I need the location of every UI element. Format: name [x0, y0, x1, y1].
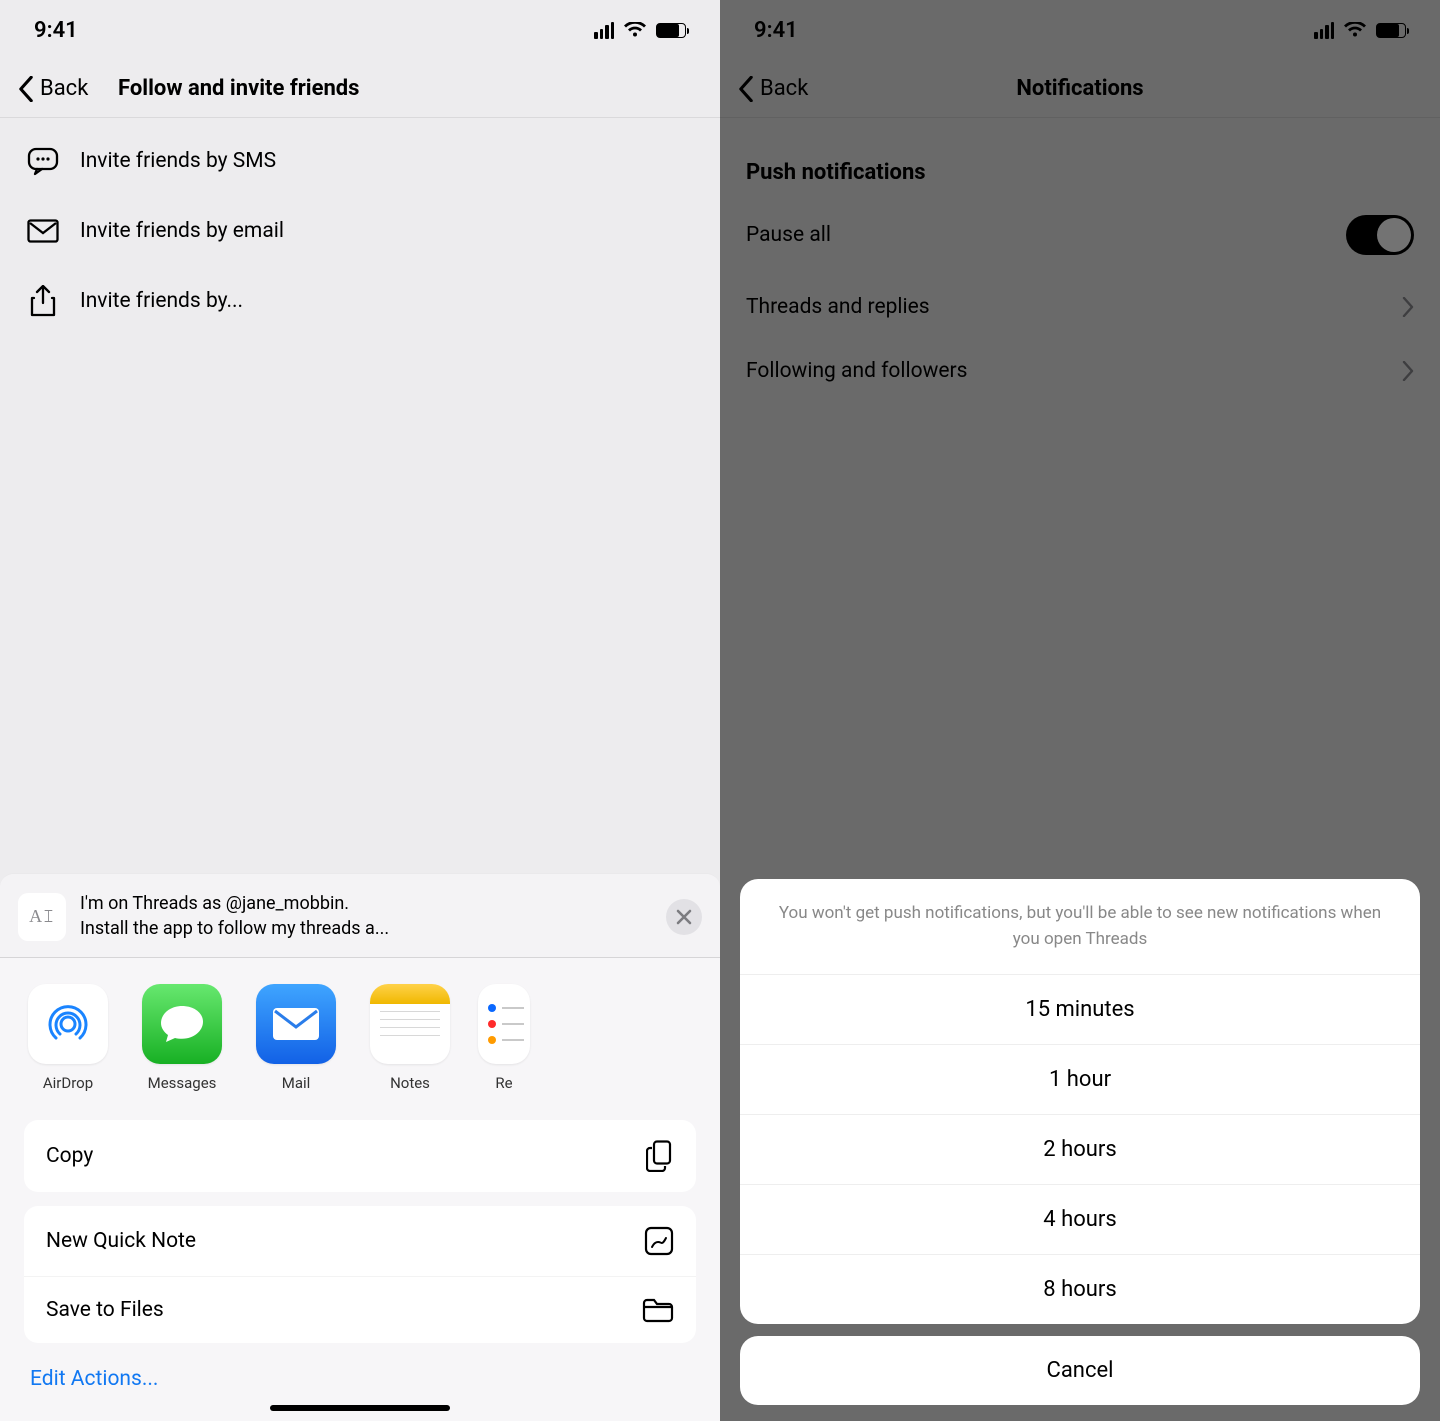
action-copy-label: Copy: [46, 1144, 93, 1168]
mail-app-icon: [256, 984, 336, 1064]
share-action-more-group: New Quick Note Save to Files: [24, 1206, 696, 1343]
sheet-options-card: You won't get push notifications, but yo…: [740, 879, 1420, 1324]
app-messages-label: Messages: [148, 1074, 217, 1092]
option-8h[interactable]: 8 hours: [740, 1255, 1420, 1324]
share-sheet: A𝙸 I'm on Threads as @jane_mobbin. Insta…: [0, 873, 720, 1421]
close-button[interactable]: [666, 899, 702, 935]
close-icon: [676, 909, 692, 925]
app-notes[interactable]: Notes: [366, 984, 454, 1092]
app-airdrop-label: AirDrop: [43, 1074, 93, 1092]
invite-share-row[interactable]: Invite friends by...: [0, 266, 720, 336]
share-header: A𝙸 I'm on Threads as @jane_mobbin. Insta…: [0, 874, 720, 958]
app-notes-label: Notes: [390, 1074, 430, 1092]
app-mail[interactable]: Mail: [252, 984, 340, 1092]
cancel-button[interactable]: Cancel: [740, 1336, 1420, 1405]
messages-icon: [142, 984, 222, 1064]
mail-icon: [26, 214, 60, 248]
back-chevron-icon[interactable]: [18, 76, 34, 102]
invite-sms-row[interactable]: Invite friends by SMS: [0, 126, 720, 196]
app-mail-label: Mail: [282, 1074, 311, 1092]
wifi-icon: [624, 22, 646, 38]
option-4h[interactable]: 4 hours: [740, 1185, 1420, 1255]
share-line-1: I'm on Threads as @jane_mobbin.: [80, 892, 652, 916]
share-apps-row[interactable]: AirDrop Messages Mail: [0, 958, 720, 1112]
invite-share-label: Invite friends by...: [80, 289, 243, 313]
action-copy[interactable]: Copy: [24, 1120, 696, 1192]
action-save-files[interactable]: Save to Files: [24, 1276, 696, 1343]
share-icon: [26, 284, 60, 318]
sheet-message: You won't get push notifications, but yo…: [740, 879, 1420, 975]
status-icons: [594, 22, 686, 39]
invite-list: Invite friends by SMS Invite friends by …: [0, 118, 720, 344]
back-button[interactable]: Back: [40, 76, 88, 101]
action-quick-note-label: New Quick Note: [46, 1229, 196, 1253]
notifications-screen: 9:41 Back Notifications Push notificatio…: [720, 0, 1440, 1421]
battery-icon: [656, 23, 686, 38]
text-document-icon: A𝙸: [18, 893, 66, 941]
option-2h[interactable]: 2 hours: [740, 1115, 1420, 1185]
option-1h[interactable]: 1 hour: [740, 1045, 1420, 1115]
app-reminders-label: Re: [495, 1074, 512, 1092]
status-bar: 9:41: [0, 0, 720, 60]
quick-note-icon: [644, 1226, 674, 1256]
home-indicator[interactable]: [270, 1405, 450, 1411]
copy-icon: [646, 1140, 674, 1172]
app-airdrop[interactable]: AirDrop: [24, 984, 112, 1092]
folder-icon: [642, 1297, 674, 1323]
page-title: Follow and invite friends: [118, 76, 359, 101]
invite-screen: 9:41 Back Follow and invite friends Invi…: [0, 0, 720, 1421]
invite-email-row[interactable]: Invite friends by email: [0, 196, 720, 266]
app-messages[interactable]: Messages: [138, 984, 226, 1092]
action-quick-note[interactable]: New Quick Note: [24, 1206, 696, 1276]
share-line-2: Install the app to follow my threads a..…: [80, 917, 652, 941]
share-preview-text: I'm on Threads as @jane_mobbin. Install …: [80, 892, 652, 941]
nav-header: Back Follow and invite friends: [0, 60, 720, 118]
airdrop-icon: [28, 984, 108, 1064]
app-reminders-partial[interactable]: Re: [480, 984, 528, 1092]
notes-icon: [370, 984, 450, 1064]
option-15m[interactable]: 15 minutes: [740, 975, 1420, 1045]
invite-email-label: Invite friends by email: [80, 219, 284, 243]
sms-icon: [26, 144, 60, 178]
action-save-files-label: Save to Files: [46, 1298, 164, 1322]
reminders-icon: [478, 984, 530, 1064]
share-action-copy-group: Copy: [24, 1120, 696, 1192]
pause-duration-sheet: You won't get push notifications, but yo…: [740, 879, 1420, 1405]
cellular-icon: [594, 22, 614, 39]
status-time: 9:41: [34, 18, 78, 43]
invite-sms-label: Invite friends by SMS: [80, 149, 276, 173]
